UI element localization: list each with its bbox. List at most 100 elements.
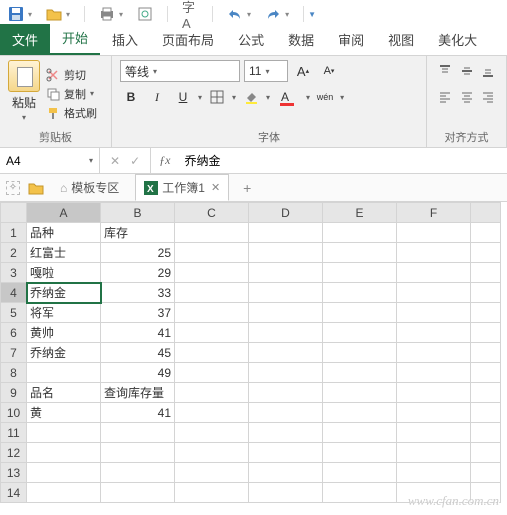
cell[interactable]	[175, 243, 249, 263]
align-middle-button[interactable]	[457, 60, 477, 82]
cell[interactable]: 红富士	[27, 243, 101, 263]
row-header[interactable]: 12	[1, 443, 27, 463]
cell[interactable]	[249, 303, 323, 323]
cell[interactable]	[101, 443, 175, 463]
cell[interactable]	[249, 443, 323, 463]
cell[interactable]	[175, 403, 249, 423]
italic-button[interactable]: I	[146, 86, 168, 108]
tab-view[interactable]: 视图	[376, 24, 426, 55]
cell[interactable]	[323, 283, 397, 303]
cell[interactable]	[323, 223, 397, 243]
cell[interactable]	[175, 263, 249, 283]
close-icon[interactable]: ✕	[211, 181, 220, 194]
print-icon[interactable]	[99, 6, 115, 22]
cell[interactable]	[323, 463, 397, 483]
open-icon[interactable]	[46, 6, 62, 22]
cell[interactable]	[101, 483, 175, 503]
cell[interactable]	[397, 443, 471, 463]
row-header[interactable]: 2	[1, 243, 27, 263]
tab-beautify[interactable]: 美化大	[426, 24, 489, 55]
new-tab-icon[interactable]: ✧	[6, 181, 20, 195]
cell[interactable]	[323, 323, 397, 343]
cell[interactable]: 将军	[27, 303, 101, 323]
dropdown-icon[interactable]: ▾	[66, 10, 70, 19]
cell[interactable]	[249, 423, 323, 443]
folder-icon[interactable]	[28, 181, 44, 195]
align-center-button[interactable]	[457, 86, 477, 108]
cell[interactable]	[101, 423, 175, 443]
dropdown-icon[interactable]: ▾	[306, 93, 310, 102]
cell[interactable]	[323, 263, 397, 283]
cell[interactable]	[397, 263, 471, 283]
row-header[interactable]: 10	[1, 403, 27, 423]
cell[interactable]: 25	[101, 243, 175, 263]
preview-icon[interactable]	[137, 6, 153, 22]
cell[interactable]	[249, 483, 323, 503]
cell[interactable]	[175, 443, 249, 463]
cell[interactable]	[175, 383, 249, 403]
cell[interactable]	[175, 423, 249, 443]
save-icon[interactable]	[8, 6, 24, 22]
cell[interactable]	[249, 243, 323, 263]
cell[interactable]	[27, 463, 101, 483]
cell[interactable]: 49	[101, 363, 175, 383]
bold-button[interactable]: B	[120, 86, 142, 108]
customize-qat-icon[interactable]: ▼	[308, 10, 316, 19]
cell[interactable]: 33	[101, 283, 175, 303]
cell[interactable]: 37	[101, 303, 175, 323]
dropdown-icon[interactable]: ▾	[28, 10, 32, 19]
row-header[interactable]: 14	[1, 483, 27, 503]
cell[interactable]: 品种	[27, 223, 101, 243]
row-header[interactable]: 11	[1, 423, 27, 443]
tab-template[interactable]: ⌂ 模板专区	[52, 175, 127, 200]
tab-insert[interactable]: 插入	[100, 24, 150, 55]
cell[interactable]	[175, 223, 249, 243]
cell[interactable]: 41	[101, 403, 175, 423]
cell[interactable]	[249, 283, 323, 303]
text-tool-icon[interactable]: 字A	[182, 6, 198, 22]
dropdown-icon[interactable]: ▾	[119, 10, 123, 19]
tab-file[interactable]: 文件	[0, 24, 50, 55]
cell[interactable]	[397, 243, 471, 263]
row-header[interactable]: 6	[1, 323, 27, 343]
cell[interactable]: 品名	[27, 383, 101, 403]
cell[interactable]	[101, 463, 175, 483]
tab-workbook[interactable]: X 工作簿1 ✕	[135, 174, 229, 201]
cell[interactable]	[323, 483, 397, 503]
dropdown-icon[interactable]: ▾	[266, 93, 270, 102]
cell[interactable]	[27, 443, 101, 463]
column-header[interactable]: F	[397, 203, 471, 223]
cell[interactable]	[323, 243, 397, 263]
dropdown-icon[interactable]: ▾	[198, 93, 202, 102]
cell[interactable]	[27, 363, 101, 383]
cell[interactable]	[175, 363, 249, 383]
row-header[interactable]: 3	[1, 263, 27, 283]
align-left-button[interactable]	[435, 86, 455, 108]
dropdown-icon[interactable]: ▾	[247, 10, 251, 19]
cell[interactable]: 乔纳金	[27, 283, 101, 303]
underline-button[interactable]: U	[172, 86, 194, 108]
cell[interactable]	[249, 403, 323, 423]
cell[interactable]	[323, 343, 397, 363]
tab-home[interactable]: 开始	[50, 22, 100, 55]
cell[interactable]	[397, 423, 471, 443]
cell[interactable]: 库存	[101, 223, 175, 243]
column-header[interactable]: E	[323, 203, 397, 223]
cell[interactable]	[27, 483, 101, 503]
name-box[interactable]: ▾	[0, 148, 100, 173]
row-header[interactable]: 13	[1, 463, 27, 483]
align-top-button[interactable]	[435, 60, 455, 82]
border-button[interactable]	[206, 86, 228, 108]
cell[interactable]	[175, 483, 249, 503]
dropdown-icon[interactable]: ▾	[285, 10, 289, 19]
column-header[interactable]: A	[27, 203, 101, 223]
tab-data[interactable]: 数据	[276, 24, 326, 55]
cell[interactable]	[323, 423, 397, 443]
cell[interactable]	[175, 463, 249, 483]
format-painter-button[interactable]: 格式刷	[46, 105, 97, 121]
cell[interactable]	[323, 403, 397, 423]
phonetic-button[interactable]: wén	[314, 86, 336, 108]
cell[interactable]: 黄	[27, 403, 101, 423]
cell[interactable]	[397, 403, 471, 423]
cell[interactable]: 嘎啦	[27, 263, 101, 283]
